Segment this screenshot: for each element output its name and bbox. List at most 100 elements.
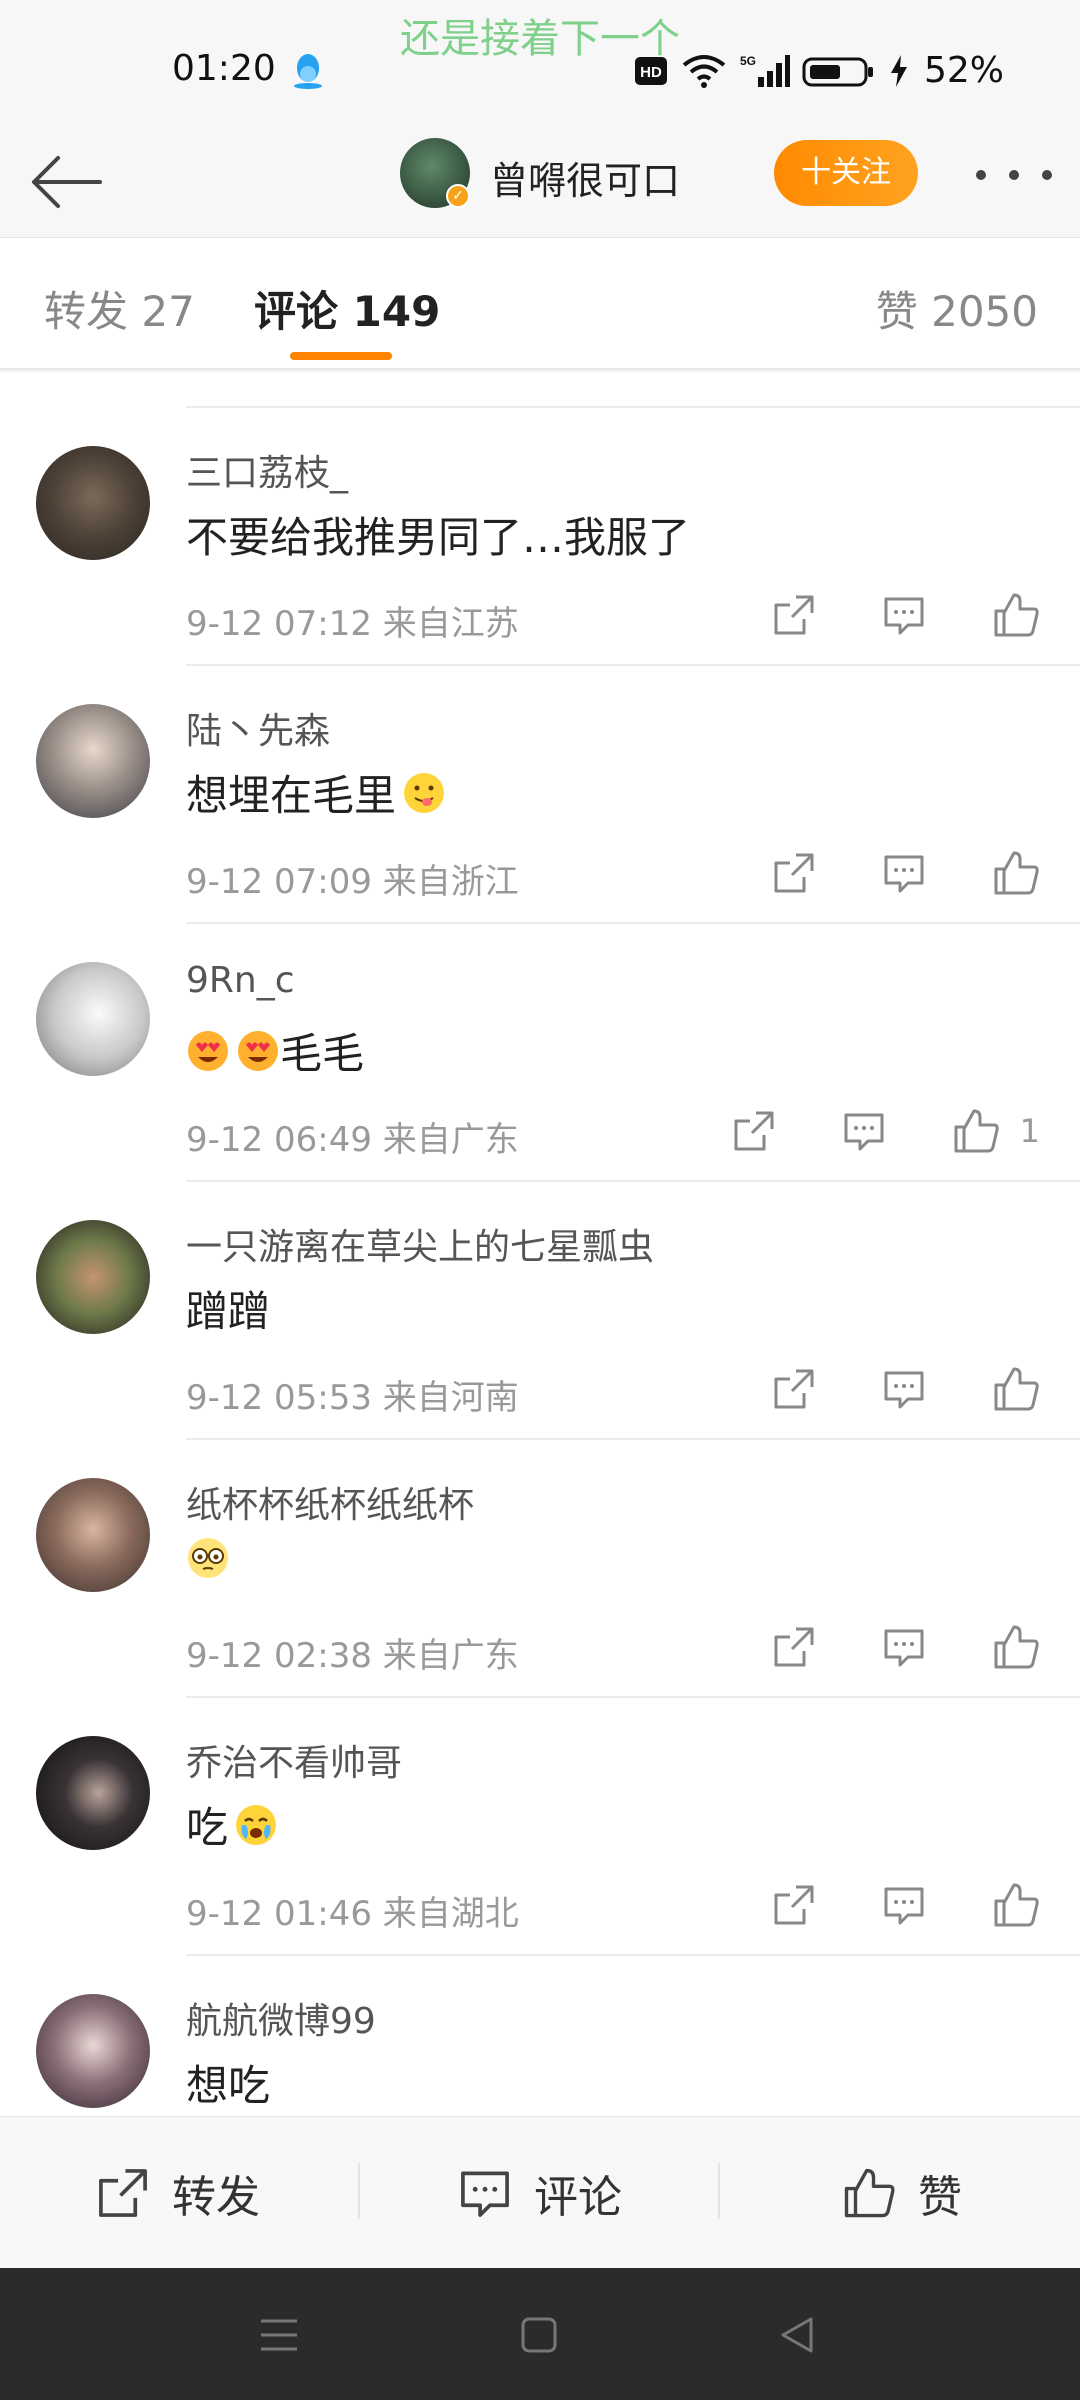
battery-percent: 52% — [923, 50, 1004, 91]
like-button[interactable] — [992, 1623, 1040, 1671]
like-button[interactable]: 1 — [952, 1107, 1040, 1155]
comment-text: 想吃 — [186, 2052, 270, 2113]
toolbar-separator — [718, 2163, 720, 2219]
repost-button[interactable] — [772, 1883, 816, 1927]
wide-eyed-emoji-icon — [188, 1538, 228, 1578]
repost-button[interactable] — [772, 593, 816, 637]
commenter-name[interactable]: 纸杯杯纸杯纸纸杯 — [186, 1476, 474, 1528]
reply-button[interactable] — [882, 1883, 926, 1927]
share-icon — [774, 1885, 814, 1925]
comment-text — [186, 1536, 230, 1580]
back-nav-button[interactable] — [772, 2310, 822, 2360]
share-icon — [774, 1627, 814, 1667]
system-nav-bar — [0, 2268, 1080, 2400]
like-button[interactable] — [992, 1881, 1040, 1929]
like-button[interactable] — [992, 849, 1040, 897]
comment-item[interactable]: 三口荔枝_ 不要给我推男同了…我服了 9-12 07:12 来自江苏 — [0, 408, 1080, 666]
commenter-name[interactable]: 陆丶先森 — [186, 702, 330, 754]
commenter-avatar[interactable] — [36, 1736, 150, 1850]
comment-text-content: 吃 — [186, 1803, 229, 1852]
tongue-emoji-icon — [404, 772, 445, 813]
tab-likes[interactable]: 赞 2050 — [876, 278, 1038, 339]
comment-item[interactable]: 陆丶先森 想埋在毛里 9-12 07:09 来自浙江 — [0, 666, 1080, 924]
comment-icon — [461, 2171, 509, 2217]
like-button[interactable] — [992, 591, 1040, 639]
comment-text-content: 蹭蹭 — [186, 1287, 271, 1336]
comment-meta: 9-12 07:09 来自浙江 — [186, 862, 519, 902]
comment-icon — [844, 1113, 884, 1151]
share-icon — [774, 853, 814, 893]
commenter-name[interactable]: 9Rn_c — [186, 960, 295, 1001]
reply-button[interactable] — [882, 1625, 926, 1669]
comment-text: 想埋在毛里 — [186, 762, 446, 823]
signal-5g-icon: 5G — [740, 54, 790, 87]
more-options-button[interactable] — [976, 158, 1052, 192]
comment-item[interactable]: 9Rn_c 毛毛 9-12 06:49 来自广东 1 — [0, 924, 1080, 1182]
share-icon — [99, 2169, 147, 2217]
like-action-button[interactable]: 赞 — [842, 2155, 962, 2231]
comment-icon — [884, 1371, 924, 1409]
commenter-avatar[interactable] — [36, 962, 150, 1076]
comment-icon — [884, 1887, 924, 1925]
comment-actions — [706, 590, 1040, 640]
comment-actions — [706, 1880, 1040, 1930]
comment-meta: 9-12 07:12 来自江苏 — [186, 604, 519, 644]
commenter-name[interactable]: 三口荔枝_ — [186, 444, 348, 496]
follow-button[interactable]: 十关注 — [774, 140, 918, 206]
svg-text:HD: HD — [640, 64, 662, 81]
comment-text-content: 毛毛 — [280, 1029, 365, 1078]
thumbs-up-icon — [994, 851, 1039, 895]
repost-button[interactable] — [772, 851, 816, 895]
comment-icon — [884, 1629, 924, 1667]
comment-text: 蹭蹭 — [186, 1278, 270, 1339]
comment-action-button[interactable]: 评论 — [458, 2155, 622, 2231]
charging-icon — [890, 54, 907, 87]
post-header: ✓ 曾嘚很可口 十关注 — [0, 128, 1080, 238]
commenter-avatar[interactable] — [36, 704, 150, 818]
reply-button[interactable] — [882, 1367, 926, 1411]
comment-item[interactable]: 纸杯杯纸杯纸纸杯 9-12 02:38 来自广东 — [0, 1440, 1080, 1698]
comment-label: 评论 — [534, 2172, 622, 2223]
like-button[interactable] — [992, 1365, 1040, 1413]
comment-meta: 9-12 05:53 来自河南 — [186, 1378, 519, 1418]
repost-action-button[interactable]: 转发 — [96, 2155, 260, 2231]
reply-button[interactable] — [882, 593, 926, 637]
share-icon — [774, 595, 814, 635]
toolbar-separator — [358, 2163, 360, 2219]
commenter-name[interactable]: 航航微博99 — [186, 1992, 376, 2044]
back-triangle-icon — [781, 2317, 813, 2353]
tab-reposts[interactable]: 转发 27 — [44, 278, 195, 339]
tab-comments[interactable]: 评论 149 — [254, 278, 440, 339]
menu-nav-button[interactable] — [254, 2310, 304, 2360]
commenter-avatar[interactable] — [36, 1478, 150, 1592]
like-count: 1 — [1019, 1112, 1040, 1150]
reply-button[interactable] — [842, 1109, 886, 1153]
commenter-name[interactable]: 一只游离在草尖上的七星瓢虫 — [186, 1218, 654, 1270]
comment-text-content: 想吃 — [186, 2061, 271, 2110]
back-button[interactable] — [26, 142, 106, 222]
repost-button[interactable] — [772, 1367, 816, 1411]
thumbs-up-icon — [994, 1625, 1039, 1669]
commenter-avatar[interactable] — [36, 1994, 150, 2108]
commenter-avatar[interactable] — [36, 446, 150, 560]
comment-actions — [706, 1622, 1040, 1672]
home-nav-button[interactable] — [514, 2310, 564, 2360]
author-name[interactable]: 曾嘚很可口 — [490, 150, 680, 205]
comment-icon — [884, 855, 924, 893]
repost-button[interactable] — [772, 1625, 816, 1669]
verified-badge-icon: ✓ — [446, 184, 470, 208]
comment-text-content: 想埋在毛里 — [186, 771, 397, 820]
thumbs-up-icon — [994, 1367, 1039, 1411]
comment-item[interactable]: 航航微博99 想吃 — [0, 1956, 1080, 2116]
crying-emoji-icon — [236, 1804, 277, 1845]
commenter-name[interactable]: 乔治不看帅哥 — [186, 1734, 402, 1786]
commenter-avatar[interactable] — [36, 1220, 150, 1334]
tabs-shadow — [0, 368, 1080, 374]
comment-item[interactable]: 乔治不看帅哥 吃 9-12 01:46 来自湖北 — [0, 1698, 1080, 1956]
comment-item[interactable]: 一只游离在草尖上的七星瓢虫 蹭蹭 9-12 05:53 来自河南 — [0, 1182, 1080, 1440]
heart-eyes-emoji-icon — [238, 1030, 278, 1071]
svg-text:5G: 5G — [740, 54, 756, 68]
comment-text: 吃 — [186, 1794, 278, 1855]
reply-button[interactable] — [882, 851, 926, 895]
repost-button[interactable] — [732, 1109, 776, 1153]
